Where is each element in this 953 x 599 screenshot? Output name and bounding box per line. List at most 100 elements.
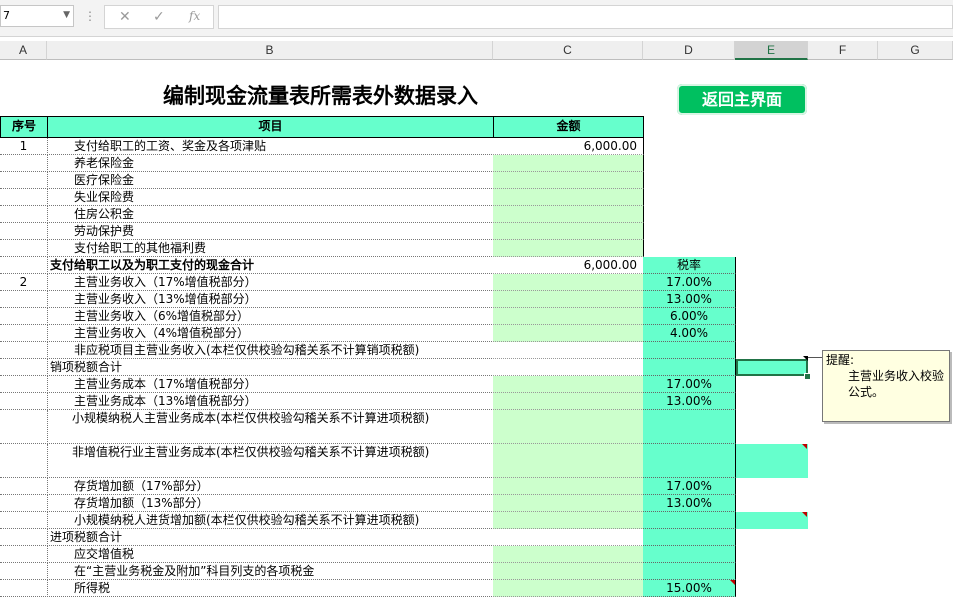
amount-cell[interactable]: 6,000.00	[493, 138, 644, 155]
amount-cell[interactable]	[493, 563, 644, 580]
check-icon[interactable]: ✓	[153, 9, 165, 25]
seq-cell	[0, 308, 48, 325]
amount-cell[interactable]	[493, 546, 644, 563]
chevron-down-icon[interactable]: ▼	[63, 10, 70, 20]
amount-cell[interactable]	[493, 529, 644, 546]
item-cell: 在“主营业务税金及附加”科目列支的各项税金	[47, 563, 494, 580]
rate-cell[interactable]: 13.00%	[643, 495, 736, 512]
function-icon[interactable]: fx	[189, 9, 200, 23]
rate-cell[interactable]: 17.00%	[643, 478, 736, 495]
rate-cell[interactable]: 15.00%	[643, 580, 736, 597]
item-cell: 主营业务收入（4%增值税部分）	[47, 325, 494, 342]
formula-input[interactable]	[218, 5, 953, 29]
seq-cell	[0, 359, 48, 376]
seq-cell	[0, 325, 48, 342]
seq-cell	[0, 410, 48, 444]
item-cell: 主营业务成本（17%增值税部分）	[47, 376, 494, 393]
column-header-b[interactable]: B	[47, 41, 493, 60]
column-header-a[interactable]: A	[0, 41, 47, 60]
seq-cell	[0, 546, 48, 563]
seq-cell	[0, 206, 48, 223]
header-amount: 金额	[493, 116, 644, 138]
item-cell: 主营业务收入（6%增值税部分）	[47, 308, 494, 325]
rate-cell[interactable]	[643, 529, 736, 546]
comment-indicator	[802, 512, 807, 517]
formula-bar: 7 ▼ ⋮ ✕ ✓ fx	[0, 0, 953, 37]
rate-cell[interactable]: 17.00%	[643, 274, 736, 291]
rate-cell[interactable]	[643, 444, 736, 478]
e-cell[interactable]	[736, 444, 808, 478]
rate-cell[interactable]	[643, 546, 736, 563]
seq-cell: 2	[0, 274, 48, 291]
amount-cell[interactable]	[493, 410, 644, 444]
amount-cell[interactable]	[493, 206, 644, 223]
amount-cell[interactable]	[493, 359, 644, 376]
amount-cell[interactable]	[493, 376, 644, 393]
amount-cell[interactable]	[493, 325, 644, 342]
amount-cell[interactable]	[493, 155, 644, 172]
amount-cell[interactable]	[493, 189, 644, 206]
more-vertical-icon[interactable]: ⋮	[84, 9, 96, 23]
item-cell: 失业保险费	[47, 189, 494, 206]
item-cell: 所得税	[47, 580, 494, 597]
amount-cell[interactable]	[493, 308, 644, 325]
rate-cell[interactable]: 4.00%	[643, 325, 736, 342]
seq-cell	[0, 529, 48, 546]
amount-cell[interactable]	[493, 240, 644, 257]
fill-handle[interactable]	[804, 373, 811, 380]
amount-cell[interactable]	[493, 444, 644, 478]
rate-cell[interactable]	[643, 359, 736, 376]
amount-cell[interactable]	[493, 291, 644, 308]
selected-cell[interactable]	[736, 359, 808, 376]
amount-cell[interactable]: 6,000.00	[493, 257, 644, 274]
seq-cell	[0, 580, 48, 597]
item-cell: 小规模纳税人进货增加额(本栏仅供校验勾稽关系不计算进项税额)	[47, 512, 494, 529]
rate-cell[interactable]: 13.00%	[643, 393, 736, 410]
column-header-c[interactable]: C	[493, 41, 643, 60]
seq-cell	[0, 257, 48, 274]
column-header-f[interactable]: F	[808, 41, 878, 60]
amount-cell[interactable]	[493, 274, 644, 291]
rate-cell[interactable]	[643, 512, 736, 529]
back-to-main-button[interactable]: 返回主界面	[677, 84, 807, 115]
column-header-d[interactable]: D	[643, 41, 735, 60]
rate-cell[interactable]: 17.00%	[643, 376, 736, 393]
e-cell[interactable]	[736, 512, 808, 529]
item-cell: 支付给职工的工资、奖金及各项津贴	[47, 138, 494, 155]
amount-cell[interactable]	[493, 342, 644, 359]
amount-cell[interactable]	[493, 393, 644, 410]
seq-cell	[0, 291, 48, 308]
rate-cell[interactable]	[643, 563, 736, 580]
name-box[interactable]: 7 ▼	[0, 5, 74, 27]
seq-cell	[0, 495, 48, 512]
item-cell: 非应税项目主营业务收入(本栏仅供校验勾稽关系不计算销项税额)	[47, 342, 494, 359]
item-cell: 主营业务成本（13%增值税部分）	[47, 393, 494, 410]
seq-cell	[0, 478, 48, 495]
rate-cell[interactable]: 13.00%	[643, 291, 736, 308]
amount-cell[interactable]	[493, 580, 644, 597]
amount-cell[interactable]	[493, 223, 644, 240]
rate-header: 税率	[643, 257, 736, 274]
close-icon[interactable]: ✕	[119, 9, 131, 25]
item-cell: 应交增值税	[47, 546, 494, 563]
seq-cell	[0, 444, 48, 478]
comment-indicator	[802, 444, 807, 449]
item-cell: 非增值税行业主营业务成本(本栏仅供校验勾稽关系不计算进项税额)	[47, 444, 494, 478]
seq-cell	[0, 376, 48, 393]
rate-cell[interactable]	[643, 342, 736, 359]
column-header-e[interactable]: E	[735, 41, 808, 60]
sheet-title: 编制现金流量表所需表外数据录入	[163, 84, 478, 108]
column-header-g[interactable]: G	[878, 41, 953, 60]
seq-cell	[0, 342, 48, 359]
amount-cell[interactable]	[493, 512, 644, 529]
rate-cell[interactable]	[643, 410, 736, 444]
comment-body: 主营业务收入校验公式。	[848, 369, 945, 399]
amount-cell[interactable]	[493, 478, 644, 495]
amount-cell[interactable]	[493, 172, 644, 189]
item-cell: 支付给职工以及为职工支付的现金合计	[47, 257, 494, 274]
name-box-value: 7	[3, 9, 10, 22]
rate-cell[interactable]: 6.00%	[643, 308, 736, 325]
amount-cell[interactable]	[493, 495, 644, 512]
seq-cell	[0, 223, 48, 240]
comment-title: 提醒:	[826, 353, 855, 367]
